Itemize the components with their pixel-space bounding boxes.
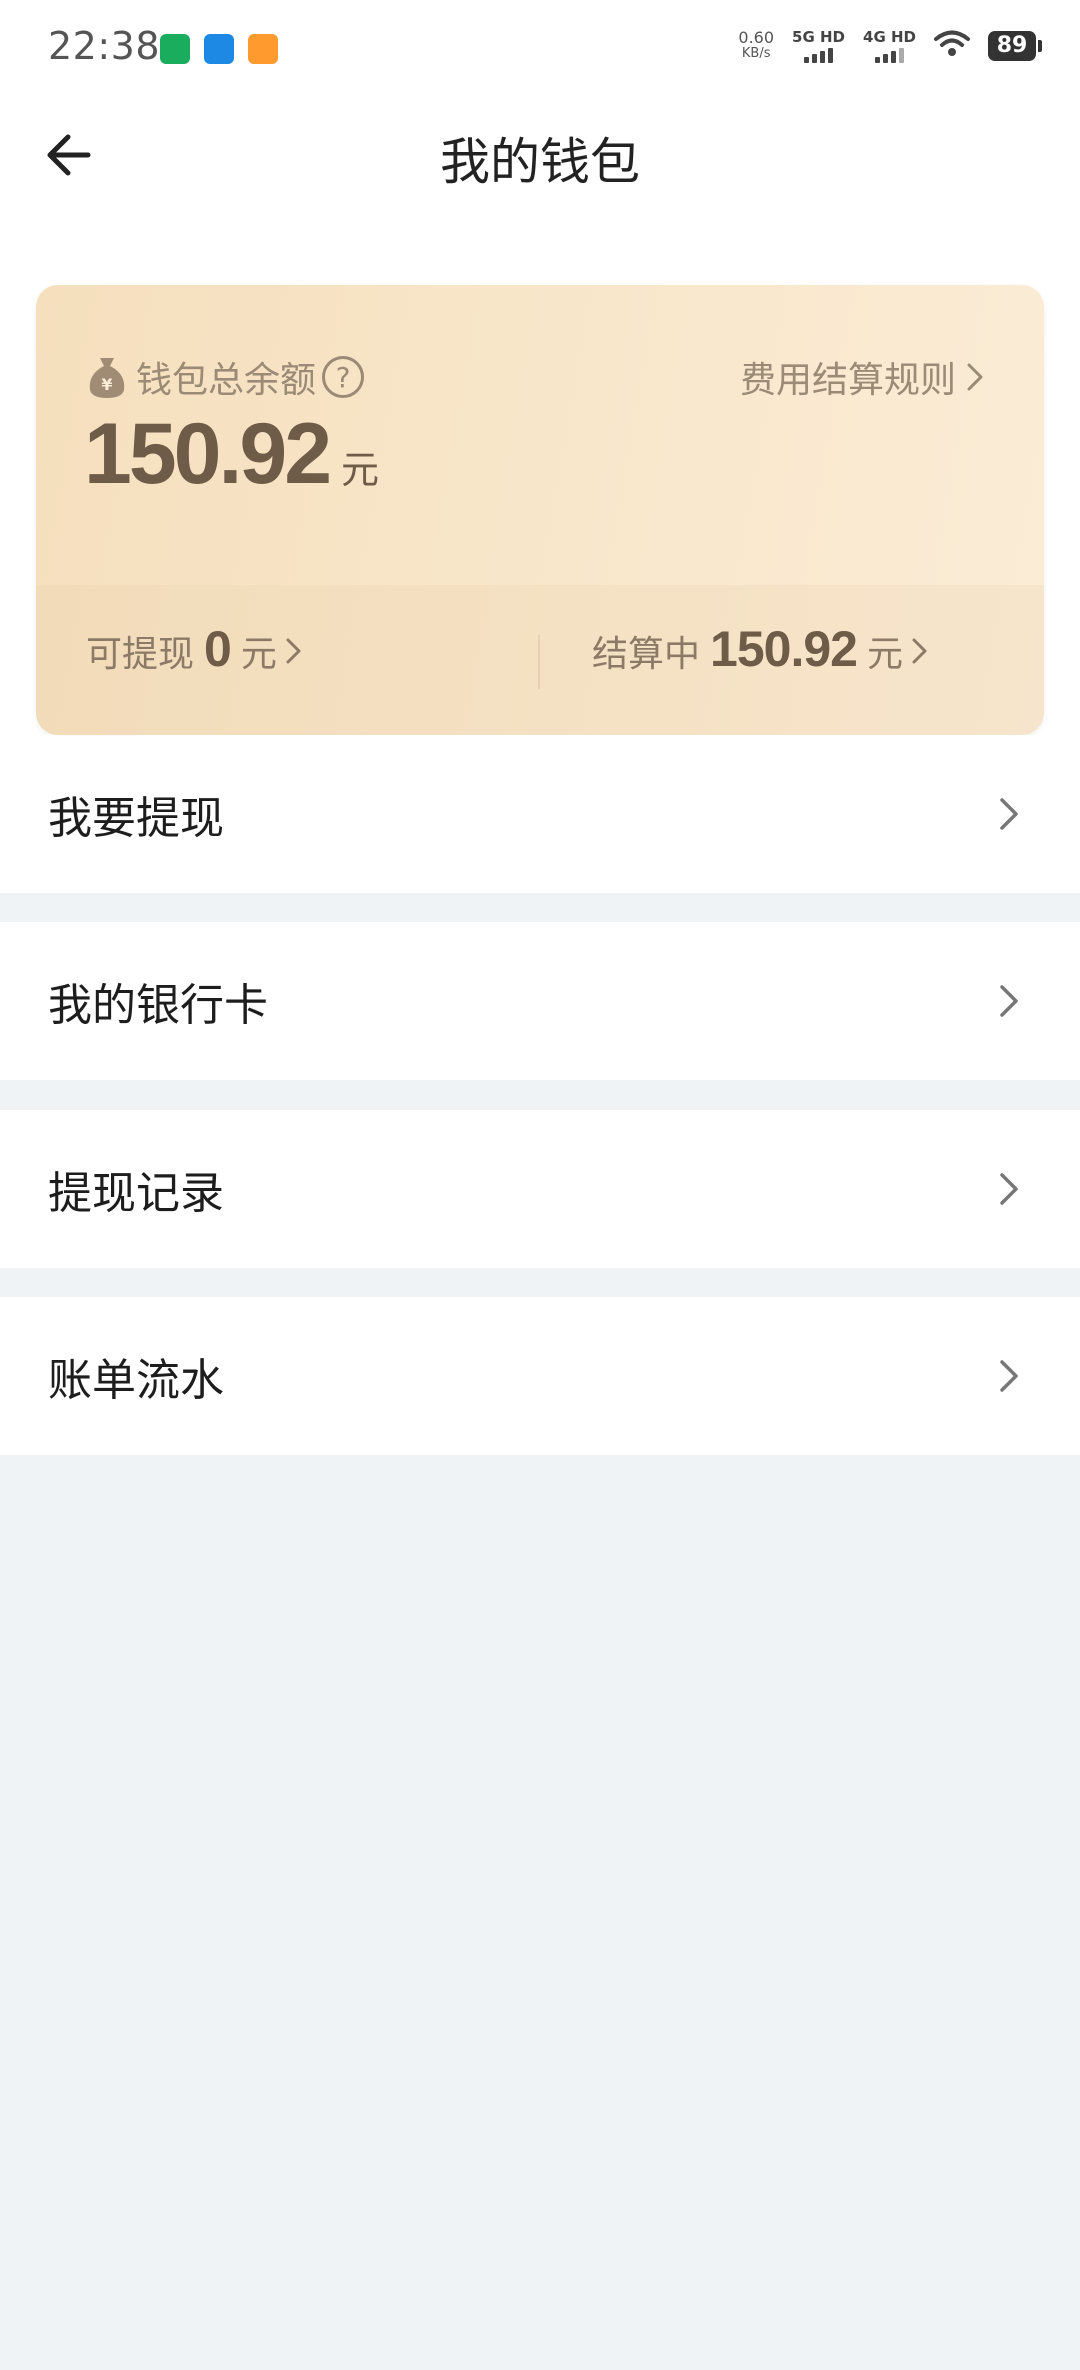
network-speed: 0.60 KB/s	[738, 27, 775, 62]
withdrawable-value: 0	[204, 621, 232, 677]
chevron-right-icon	[1000, 1360, 1018, 1392]
wechat-pay-app-icon	[160, 34, 190, 64]
network-speed-unit: KB/s	[741, 45, 771, 61]
status-indicators: 0.60 KB/s 5G HD 4G HD 89	[738, 28, 1042, 63]
total-balance: 150.92 元	[84, 405, 379, 504]
sim2-label: 4G HD	[863, 28, 916, 46]
battery-level: 89	[988, 30, 1036, 61]
menu-item-withdraw[interactable]: 我要提现	[0, 735, 1080, 893]
chevron-right-icon	[967, 363, 983, 391]
fee-rules-label: 费用结算规则	[739, 360, 956, 401]
page-header: 我的钱包	[0, 100, 1080, 280]
money-bag-icon: ¥	[89, 358, 125, 398]
help-icon[interactable]: ?	[322, 356, 365, 398]
svg-text:¥: ¥	[101, 375, 112, 394]
chevron-right-icon	[1000, 1173, 1018, 1205]
battery-icon: 89	[988, 30, 1042, 61]
menu-item-withdraw-records[interactable]: 提现记录	[0, 1110, 1080, 1268]
menu-item-label: 我的银行卡	[48, 980, 268, 1031]
settling-link[interactable]: 结算中 150.92 元	[592, 620, 931, 678]
notification-icons	[160, 34, 278, 64]
chevron-right-icon	[912, 638, 927, 664]
withdrawable-link[interactable]: 可提现 0 元	[86, 620, 305, 678]
sim1-signal-icon: 5G HD	[792, 28, 845, 63]
fee-rules-link[interactable]: 费用结算规则	[740, 351, 984, 403]
wifi-icon	[934, 30, 970, 62]
withdrawable-label: 可提现	[86, 634, 195, 675]
menu-item-bank-cards[interactable]: 我的银行卡	[0, 922, 1080, 1080]
chevron-right-icon	[286, 638, 301, 664]
total-balance-unit: 元	[341, 448, 380, 492]
withdrawable-unit: 元	[240, 634, 277, 675]
status-bar: 22:38 0.60 KB/s 5G HD 4G HD 89	[0, 0, 1080, 100]
menu-item-bill-flow[interactable]: 账单流水	[0, 1297, 1080, 1455]
balance-label: 钱包总余额	[136, 360, 317, 401]
help-symbol: ?	[335, 360, 351, 394]
total-balance-value: 150.92	[84, 406, 332, 502]
settling-value: 150.92	[710, 621, 858, 677]
chevron-right-icon	[1000, 798, 1018, 830]
settling-unit: 元	[866, 634, 903, 675]
status-time: 22:38	[48, 24, 161, 68]
balance-label-row: ¥ 钱包总余额 ?	[86, 351, 365, 403]
settling-label: 结算中	[592, 634, 701, 675]
sim1-label: 5G HD	[792, 28, 846, 46]
menu-item-label: 提现记录	[48, 1168, 224, 1219]
orange-app-icon	[248, 34, 278, 64]
menu-item-label: 我要提现	[48, 793, 224, 844]
wallet-card: ¥ 钱包总余额 ? 费用结算规则 150.92 元 可提现 0 元 结算中 15…	[36, 285, 1044, 735]
blue-app-icon	[204, 34, 234, 64]
sim2-signal-icon: 4G HD	[863, 28, 916, 63]
network-speed-value: 0.60	[738, 27, 775, 47]
menu-item-label: 账单流水	[48, 1355, 224, 1406]
card-divider	[538, 635, 540, 689]
chevron-right-icon	[1000, 985, 1018, 1017]
page-title: 我的钱包	[440, 133, 640, 191]
